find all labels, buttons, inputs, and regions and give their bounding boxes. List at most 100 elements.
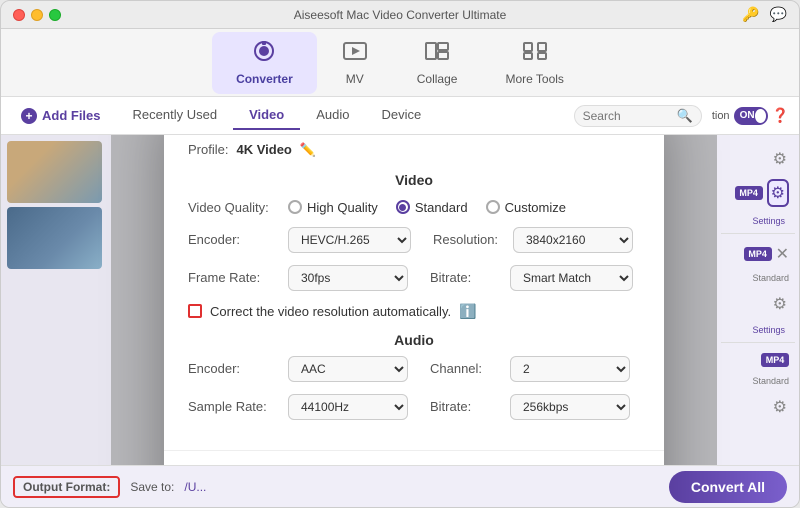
right-format-0: MP4 ⚙: [721, 175, 795, 211]
radio-high-circle: [288, 200, 302, 214]
tab-audio[interactable]: Audio: [300, 101, 365, 130]
output-format-box: Output Format:: [13, 476, 120, 498]
converter-icon: [250, 40, 278, 68]
thumbnail-1[interactable]: [7, 141, 102, 203]
standard-label-2: Standard: [752, 376, 789, 386]
create-new-button[interactable]: Create New: [355, 465, 474, 466]
radio-customize-circle: [486, 200, 500, 214]
mv-label: MV: [346, 72, 364, 86]
help-icon: ❓: [772, 107, 789, 124]
toggle-on-label: ON: [740, 110, 755, 121]
checkbox-label: Correct the video resolution automatical…: [210, 304, 451, 319]
radio-standard-inner: [399, 204, 406, 211]
checkbox-row: Correct the video resolution automatical…: [188, 303, 640, 320]
auto-correct-checkbox[interactable]: [188, 304, 202, 318]
toolbar-converter[interactable]: Converter: [212, 32, 317, 94]
close-button[interactable]: [13, 9, 25, 21]
right-panel: ⚙ MP4 ⚙ Settings MP4 ✕ Standard ⚙ Settin…: [717, 135, 799, 465]
tab-recently-used[interactable]: Recently Used: [117, 101, 234, 130]
radio-standard-circle: [396, 200, 410, 214]
radio-high-quality[interactable]: High Quality: [288, 200, 378, 215]
channel-label: Channel:: [430, 361, 500, 376]
more-tools-label: More Tools: [505, 72, 563, 86]
channel-select[interactable]: 2 1: [510, 356, 630, 382]
resolution-label: Resolution:: [433, 232, 503, 247]
tab-device[interactable]: Device: [365, 101, 437, 130]
framerate-select[interactable]: 30fps 24fps: [288, 265, 408, 291]
video-section-title: Video: [188, 172, 640, 188]
minimize-button[interactable]: [31, 9, 43, 21]
save-path: /U...: [184, 480, 206, 494]
window-title: Aiseesoft Mac Video Converter Ultimate: [294, 8, 507, 22]
title-icons: 🔑 💬: [742, 6, 787, 23]
toolbar-collage[interactable]: Collage: [393, 32, 482, 94]
gear-btn-0[interactable]: ⚙: [771, 147, 789, 171]
gear-btn-highlighted[interactable]: ⚙: [767, 179, 789, 207]
audio-bitrate-select[interactable]: 256kbps 128kbps: [510, 394, 630, 420]
framerate-label: Frame Rate:: [188, 270, 278, 285]
samplerate-bitrate-row: Sample Rate: 44100Hz 22050Hz Bitrate: 25…: [188, 394, 640, 420]
gear-btn-2[interactable]: ⚙: [771, 395, 789, 419]
format-badge-0: MP4: [735, 186, 763, 200]
lock-icon: 🔑: [742, 6, 759, 23]
output-format-label: Output Format:: [23, 480, 110, 494]
gear-btn-1[interactable]: ⚙: [771, 292, 789, 316]
modal-body: Profile: 4K Video ✏️ Video Video Quality…: [164, 135, 664, 450]
default-button[interactable]: Default: [251, 465, 343, 466]
audio-encoder-row: Encoder: AAC MP3 Channel: 2 1: [188, 356, 640, 382]
radio-standard[interactable]: Standard: [396, 200, 468, 215]
right-row-2: MP4: [721, 349, 795, 371]
standard-label-1: Standard: [752, 273, 789, 283]
profile-label: Profile:: [188, 142, 228, 157]
thumbnail-2[interactable]: [7, 207, 102, 269]
message-icon: 💬: [770, 6, 787, 23]
app-window: Aiseesoft Mac Video Converter Ultimate 🔑…: [0, 0, 800, 508]
maximize-button[interactable]: [49, 9, 61, 21]
samplerate-select[interactable]: 44100Hz 22050Hz: [288, 394, 408, 420]
collage-icon: [423, 40, 451, 68]
bottom-bar: Output Format: Save to: /U... Convert Al…: [1, 465, 799, 507]
quality-label: Video Quality:: [188, 200, 278, 215]
settings-link-0[interactable]: Settings: [752, 216, 789, 226]
quality-radio-group: High Quality Standard: [288, 200, 566, 215]
info-icon: ℹ️: [459, 303, 476, 320]
toolbar: Converter MV Collage: [1, 29, 799, 97]
more-tools-icon: [521, 40, 549, 68]
search-icon: 🔍: [677, 108, 693, 124]
edit-profile-modal: Edit Profile Profile: 4K Video ✏️ Video: [164, 135, 664, 465]
edit-icon[interactable]: ✏️: [300, 142, 316, 158]
tab-video[interactable]: Video: [233, 101, 300, 130]
settings-link-1[interactable]: Settings: [752, 325, 789, 335]
right-row-0: ⚙: [721, 143, 795, 175]
radio-customize[interactable]: Customize: [486, 200, 566, 215]
search-input[interactable]: [583, 109, 673, 123]
samplerate-label: Sample Rate:: [188, 399, 278, 414]
right-gear-2: ⚙: [721, 391, 795, 423]
resolution-select[interactable]: 3840x2160 1920x1080: [513, 227, 633, 253]
tab-bar: + Add Files Recently Used Video Audio De…: [1, 97, 799, 135]
center-content: ➡ Edit Profile Profile: 4K Video ✏️: [111, 135, 717, 465]
bitrate-label: Bitrate:: [430, 270, 500, 285]
quality-row: Video Quality: High Quality: [188, 200, 640, 215]
add-files-button[interactable]: + Add Files: [11, 104, 111, 128]
encoder-select[interactable]: HEVC/H.265 H.264: [288, 227, 411, 253]
x-btn-1[interactable]: ✕: [776, 244, 789, 264]
mv-icon: [341, 40, 369, 68]
toolbar-mv[interactable]: MV: [317, 32, 393, 94]
bitrate-select[interactable]: Smart Match 1000kbps: [510, 265, 633, 291]
search-box: 🔍: [574, 105, 702, 127]
traffic-lights: [13, 9, 61, 21]
toggle-knob: [755, 109, 766, 123]
audio-bitrate-label: Bitrate:: [430, 399, 500, 414]
accel-toggle[interactable]: tion ON ❓: [712, 107, 789, 125]
audio-encoder-select[interactable]: AAC MP3: [288, 356, 408, 382]
audio-section-title: Audio: [188, 332, 640, 348]
right-row-1: MP4 ✕: [721, 240, 795, 268]
modal-overlay: Edit Profile Profile: 4K Video ✏️ Video: [111, 135, 717, 465]
profile-value: 4K Video: [236, 142, 291, 157]
convert-all-button[interactable]: Convert All: [669, 471, 787, 503]
cancel-button[interactable]: Cancel: [486, 465, 577, 466]
format-badge-2: MP4: [761, 353, 789, 367]
framerate-bitrate-row: Frame Rate: 30fps 24fps Bitrate: Smart M…: [188, 265, 640, 291]
toolbar-more-tools[interactable]: More Tools: [481, 32, 587, 94]
